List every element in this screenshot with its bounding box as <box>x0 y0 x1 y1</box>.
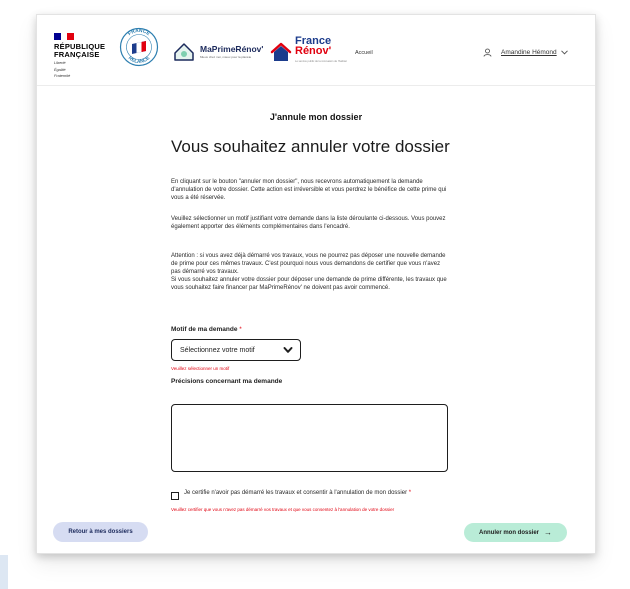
warning-paragraph: Attention : si vous avez déjà démarré vo… <box>171 253 446 275</box>
motif-label-text: Motif de ma demande <box>171 326 238 333</box>
cancel-dossier-button[interactable]: Annuler mon dossier → <box>464 523 567 542</box>
certify-label-text: Je certifie n'avoir pas démarré les trav… <box>184 490 408 496</box>
france-renov-logo-icon <box>270 42 292 61</box>
user-icon <box>483 48 492 57</box>
chevron-down-icon[interactable] <box>560 50 568 55</box>
background-decoration <box>0 555 8 589</box>
motto-liberte: Liberté <box>54 61 66 65</box>
intro-paragraph: En cliquant sur le bouton "annuler mon d… <box>171 179 447 201</box>
motif-select-value: Sélectionnez votre motif <box>180 346 255 354</box>
warning-paragraph-2: Si vous souhaitez annuler votre dossier … <box>171 277 447 291</box>
precisions-label: Précisions concernant ma demande <box>171 378 283 385</box>
certify-label[interactable]: Je certifie n'avoir pas démarré les trav… <box>184 489 449 497</box>
maprimerenov-name: MaPrimeRénov' <box>200 43 264 54</box>
motif-label: Motif de ma demande * <box>171 326 242 333</box>
certify-error: Veuillez certifier que vous n'avez pas d… <box>171 507 395 512</box>
instructions-paragraph: Veuillez sélectionner un motif justifian… <box>171 216 446 230</box>
page-heading: J'annule mon dossier <box>269 112 363 122</box>
user-menu[interactable]: Amandine Hémond <box>483 48 568 57</box>
motto-egalite: Égalité <box>54 67 66 72</box>
france-relance-logo: FRANCE RELANCE <box>119 28 159 67</box>
required-mark: * <box>239 326 242 333</box>
user-name[interactable]: Amandine Hémond <box>501 49 557 56</box>
republique-title-line2: FRANÇAISE <box>54 50 100 59</box>
motto-fraternite: Fraternité <box>54 74 71 78</box>
app-window: RÉPUBLIQUE FRANÇAISE Liberté Égalité Fra… <box>36 14 596 554</box>
republique-francaise-logo[interactable]: RÉPUBLIQUE FRANÇAISE Liberté Égalité Fra… <box>54 33 114 79</box>
cancel-dossier-label: Annuler mon dossier <box>478 529 539 536</box>
motif-error: Veuillez sélectionner un motif <box>171 366 230 371</box>
nav-link-accueil[interactable]: Accueil <box>355 50 373 56</box>
maprimerenov-logo-icon <box>174 43 194 61</box>
motif-select[interactable]: Sélectionnez votre motif <box>171 339 301 361</box>
maprimerenov-tagline: Mieux chez moi, mieux pour la planète <box>200 54 252 59</box>
back-to-dossiers-button[interactable]: Retour à mes dossiers <box>53 522 148 542</box>
required-mark: * <box>408 490 412 496</box>
france-renov-line2: Rénov' <box>295 45 332 57</box>
certify-checkbox[interactable] <box>171 492 179 500</box>
maprimerenov-logo[interactable]: MaPrimeRénov' Mieux chez moi, mieux pour… <box>173 40 263 62</box>
france-renov-logo[interactable]: France Rénov' Le service public de la ré… <box>270 36 347 67</box>
main-title: Vous souhaitez annuler votre dossier <box>171 137 450 156</box>
arrow-right-icon: → <box>544 528 552 537</box>
france-renov-tagline: Le service public de la rénovation de l'… <box>295 60 347 63</box>
site-header: RÉPUBLIQUE FRANÇAISE Liberté Égalité Fra… <box>37 15 595 86</box>
chevron-down-icon <box>283 347 293 353</box>
precisions-textarea[interactable] <box>171 404 448 472</box>
marianne-flag-icon <box>54 33 75 40</box>
